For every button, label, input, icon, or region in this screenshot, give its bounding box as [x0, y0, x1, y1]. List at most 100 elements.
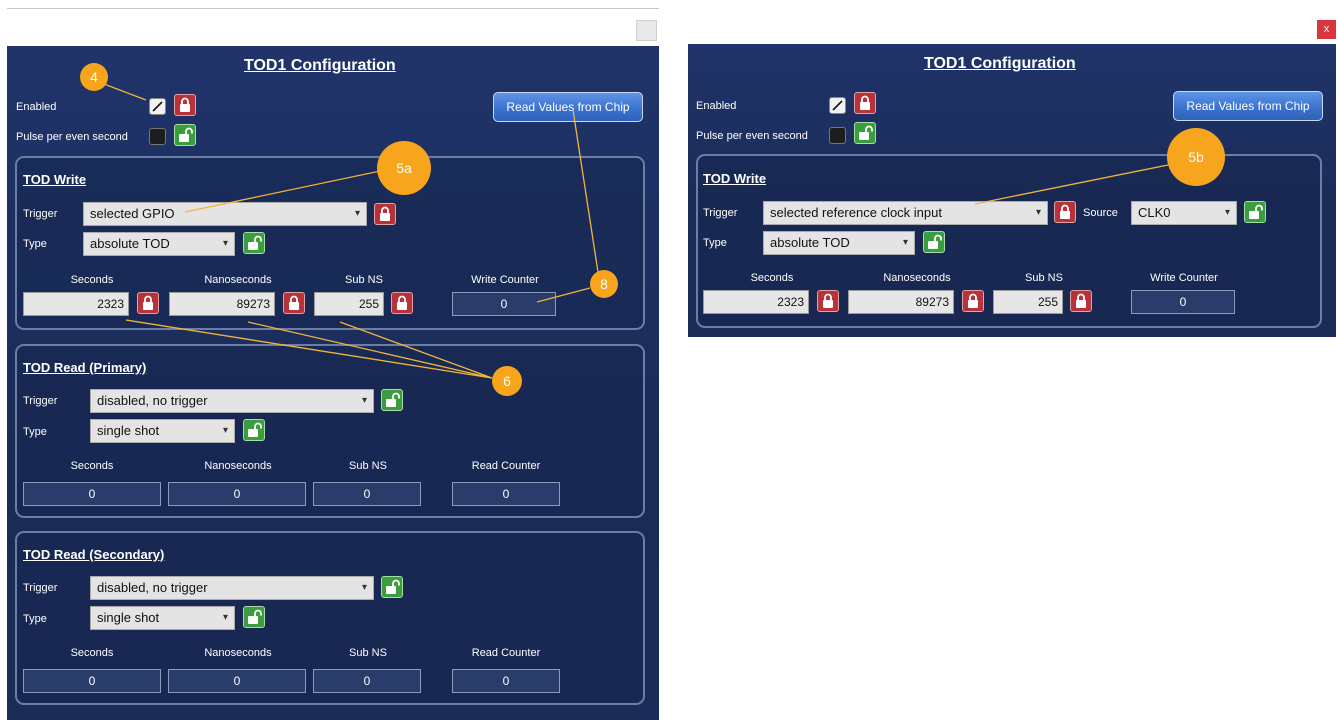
read-counter-value: 0	[452, 669, 560, 693]
source-value: CLK0	[1138, 205, 1171, 220]
section-title: TOD Read (Primary)	[23, 360, 147, 375]
lock-closed-icon[interactable]	[374, 203, 396, 225]
subns-value: 0	[313, 482, 421, 506]
seconds-value: 0	[23, 482, 161, 506]
callout-5a: 5a	[377, 141, 431, 195]
write-counter-value: 0	[1131, 290, 1235, 314]
nanoseconds-input[interactable]: 89273	[848, 290, 954, 314]
lock-open-icon[interactable]	[381, 389, 403, 411]
type-label: Type	[703, 237, 727, 249]
type-value: single shot	[97, 423, 160, 438]
lock-closed-icon[interactable]	[1070, 290, 1092, 312]
col-header-subns: Sub NS	[349, 647, 387, 659]
tod-read-primary-section: TOD Read (Primary) Trigger disabled, no …	[15, 344, 645, 518]
trigger-select[interactable]: selected reference clock input ▾	[763, 201, 1048, 225]
col-header-seconds: Seconds	[70, 460, 114, 472]
chevron-down-icon: ▾	[902, 237, 908, 248]
page-title: TOD1 Configuration	[244, 57, 396, 74]
read-counter-value: 0	[452, 482, 560, 506]
pulse-checkbox[interactable]	[829, 127, 846, 144]
lock-open-icon[interactable]	[174, 124, 196, 146]
subns-input[interactable]: 255	[993, 290, 1063, 314]
col-header-write-counter: Write Counter	[471, 274, 539, 286]
type-select[interactable]: absolute TOD ▾	[763, 231, 915, 255]
section-title: TOD Write	[703, 171, 767, 186]
enabled-checkbox[interactable]	[149, 98, 166, 115]
tod-read-secondary-section: TOD Read (Secondary) Trigger disabled, n…	[15, 531, 645, 705]
lock-open-icon[interactable]	[243, 419, 265, 441]
subns-input[interactable]: 255	[314, 292, 384, 316]
lock-closed-icon[interactable]	[283, 292, 305, 314]
type-select[interactable]: absolute TOD ▾	[83, 232, 235, 256]
right-close-button[interactable]: x	[1317, 20, 1336, 39]
lock-open-icon[interactable]	[1244, 201, 1266, 223]
chevron-down-icon: ▾	[1035, 207, 1041, 218]
trigger-select[interactable]: disabled, no trigger ▾	[90, 576, 374, 600]
chevron-down-icon: ▾	[222, 425, 228, 436]
col-header-nanoseconds: Nanoseconds	[204, 274, 272, 286]
pulse-label: Pulse per even second	[696, 130, 808, 142]
section-title: TOD Write	[23, 172, 87, 187]
chevron-down-icon: ▾	[1224, 207, 1230, 218]
seconds-input[interactable]: 2323	[23, 292, 129, 316]
chevron-down-icon: ▾	[222, 238, 228, 249]
col-header-nanoseconds: Nanoseconds	[204, 647, 272, 659]
lock-closed-icon[interactable]	[1054, 201, 1076, 223]
lock-closed-icon[interactable]	[174, 94, 196, 116]
lock-closed-icon[interactable]	[854, 92, 876, 114]
trigger-value: selected GPIO	[90, 206, 175, 221]
close-icon: x	[1323, 23, 1330, 35]
trigger-value: disabled, no trigger	[97, 580, 208, 595]
lock-closed-icon[interactable]	[137, 292, 159, 314]
pulse-checkbox[interactable]	[149, 128, 166, 145]
lock-open-icon[interactable]	[854, 122, 876, 144]
trigger-label: Trigger	[23, 395, 58, 407]
trigger-select[interactable]: disabled, no trigger ▾	[90, 389, 374, 413]
left-close-button[interactable]	[636, 20, 657, 41]
trigger-value: disabled, no trigger	[97, 393, 208, 408]
checkmark-icon	[152, 101, 163, 112]
col-header-seconds: Seconds	[750, 272, 794, 284]
seconds-input[interactable]: 2323	[703, 290, 809, 314]
lock-open-icon[interactable]	[243, 232, 265, 254]
type-label: Type	[23, 238, 47, 250]
lock-closed-icon[interactable]	[962, 290, 984, 312]
lock-closed-icon[interactable]	[817, 290, 839, 312]
tod-write-section: TOD Write Trigger selected GPIO ▾ Type a…	[15, 156, 645, 330]
col-header-seconds: Seconds	[70, 647, 114, 659]
chevron-down-icon: ▾	[354, 208, 360, 219]
write-counter-value: 0	[452, 292, 556, 316]
right-window: TOD1 Configuration Enabled Pulse per eve…	[688, 44, 1336, 337]
read-values-button[interactable]: Read Values from Chip	[1173, 91, 1323, 121]
chevron-down-icon: ▾	[361, 582, 367, 593]
col-header-subns: Sub NS	[345, 274, 383, 286]
lock-open-icon[interactable]	[923, 231, 945, 253]
left-window: TOD1 Configuration Enabled Pulse per eve…	[7, 46, 659, 720]
enabled-checkbox[interactable]	[829, 97, 846, 114]
nanoseconds-input[interactable]: 89273	[169, 292, 275, 316]
read-values-button[interactable]: Read Values from Chip	[493, 92, 643, 122]
nanoseconds-value: 0	[168, 669, 306, 693]
type-value: absolute TOD	[90, 236, 170, 251]
trigger-value: selected reference clock input	[770, 205, 942, 220]
type-select[interactable]: single shot ▾	[90, 419, 235, 443]
lock-closed-icon[interactable]	[391, 292, 413, 314]
trigger-select[interactable]: selected GPIO ▾	[83, 202, 367, 226]
type-select[interactable]: single shot ▾	[90, 606, 235, 630]
section-title: TOD Read (Secondary)	[23, 547, 165, 562]
lock-open-icon[interactable]	[381, 576, 403, 598]
lock-open-icon[interactable]	[243, 606, 265, 628]
chevron-down-icon: ▾	[361, 395, 367, 406]
callout-6: 6	[492, 366, 522, 396]
col-header-read-counter: Read Counter	[471, 460, 541, 472]
col-header-subns: Sub NS	[349, 460, 387, 472]
enabled-label: Enabled	[696, 100, 737, 112]
col-header-write-counter: Write Counter	[1150, 272, 1218, 284]
source-select[interactable]: CLK0 ▾	[1131, 201, 1237, 225]
trigger-label: Trigger	[23, 208, 58, 220]
enabled-label: Enabled	[16, 101, 57, 113]
callout-5b: 5b	[1167, 128, 1225, 186]
callout-4: 4	[80, 63, 108, 91]
col-header-seconds: Seconds	[70, 274, 114, 286]
trigger-label: Trigger	[23, 582, 58, 594]
